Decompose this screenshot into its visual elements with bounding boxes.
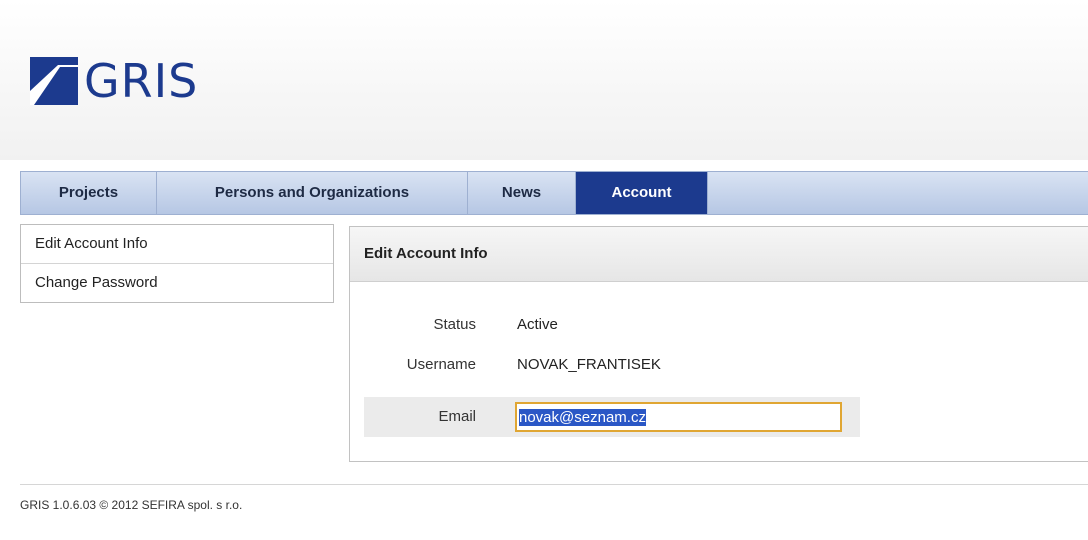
sidebar-item-edit-account-info[interactable]: Edit Account Info [21,225,333,263]
header: GRIS [0,0,1088,160]
tab-projects[interactable]: Projects [20,172,157,214]
footer-copyright: GRIS 1.0.6.03 © 2012 SEFIRA spol. s r.o. [20,498,243,512]
username-label: Username [406,356,476,373]
tab-persons-and-organizations[interactable]: Persons and Organizations [157,172,468,214]
status-row: Status Active [364,305,860,345]
status-value: Active [517,316,558,333]
username-value: NOVAK_FRANTISEK [517,356,661,373]
footer-divider [20,484,1088,485]
email-row: Email [364,397,860,437]
tab-account[interactable]: Account [576,172,708,214]
sidebar-item-change-password[interactable]: Change Password [21,263,333,302]
account-side-menu: Edit Account Info Change Password [20,224,334,303]
email-label: Email [438,408,476,425]
logo: GRIS [30,54,198,108]
edit-account-panel: Edit Account Info Status Active Username… [349,226,1088,462]
tab-news[interactable]: News [468,172,576,214]
username-row: Username NOVAK_FRANTISEK [364,345,860,385]
email-field[interactable] [515,402,842,432]
status-label: Status [433,316,476,333]
logo-text: GRIS [84,54,199,108]
gris-logo-icon [30,57,78,105]
panel-title: Edit Account Info [350,227,1088,282]
main-nav: Projects Persons and Organizations News … [20,171,1088,215]
